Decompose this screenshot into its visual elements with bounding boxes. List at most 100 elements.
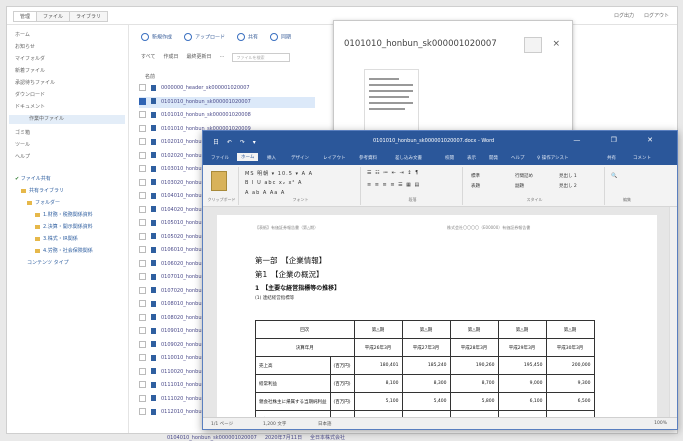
tab-view[interactable]: 表示 [467,155,476,161]
close-icon[interactable]: × [552,39,560,49]
document-area[interactable]: 【表紙】有価証券報告書（第△期） 株式会社〇〇〇〇（E00000）有価証券報告書… [203,207,677,419]
checkbox-icon[interactable] [139,151,146,159]
sidebar-item-approval[interactable]: 承認待ちファイル [15,79,55,86]
filter-more[interactable]: … [219,53,224,62]
quick-access-toolbar[interactable]: 日 ↶ ↷ ▾ [213,137,259,146]
sidebar-item-download[interactable]: ダウンロード [15,91,45,98]
share-button[interactable]: 共有 [237,33,258,41]
tab-manage[interactable]: 管理 [13,11,38,22]
checkbox-icon[interactable] [139,84,146,91]
doc-note: (1) 連結経営指標等 [255,296,295,301]
checkbox-icon[interactable] [139,124,146,132]
tab-file[interactable]: ファイル [36,11,71,22]
checkbox-icon[interactable] [139,232,146,240]
checkbox-icon[interactable] [139,381,146,388]
sidebar: ホーム お知らせ マイフォルダ 新着ファイル 承認待ちファイル ダウンロード ド… [7,25,129,433]
filter-modified[interactable]: 最終更新日 [186,53,211,62]
tab-design[interactable]: デザイン [291,155,309,161]
align-buttons[interactable]: ≡ ≡ ≡ ≡ ☰ ▦ ▤ [367,182,420,188]
vertical-scrollbar[interactable] [669,207,677,419]
filter-created[interactable]: 作成日 [163,53,178,62]
checkbox-icon[interactable] [139,178,146,186]
share-button[interactable]: 共有 [607,155,616,161]
checkbox-icon[interactable] [139,273,146,280]
tab-file[interactable]: ファイル [211,155,229,161]
file-row[interactable]: 0000000_header_sk000001020007 [139,83,315,94]
checkbox-icon[interactable] [139,354,146,361]
comments-button[interactable]: コメント [633,155,651,161]
search-input[interactable]: ファイルを検索 [232,53,291,62]
file-owner: 全日本株式会社 [310,435,346,441]
tree-folder-1[interactable]: 1.財務・税務関係資料 [35,211,93,218]
checkbox-icon[interactable] [139,165,146,172]
paste-icon[interactable] [211,171,227,191]
tree-folder-2[interactable]: 2.決算・開示関係資料 [35,223,93,230]
checkbox-icon[interactable] [139,219,146,226]
table-cell: 回次 [255,320,355,339]
checkbox-icon[interactable] [139,246,146,253]
document-page[interactable]: 【表紙】有価証券報告書（第△期） 株式会社〇〇〇〇（E00000）有価証券報告書… [217,215,657,419]
tree-folder-4[interactable]: 4.労務・社会保険関係 [35,247,93,254]
checkbox-icon[interactable] [139,394,146,402]
log-output-link[interactable]: ログ出力 [614,12,634,19]
checkbox-icon[interactable] [139,300,146,307]
checkbox-icon[interactable] [139,97,146,105]
document-thumbnail[interactable] [364,69,419,139]
sidebar-item-working-files[interactable]: 作業中ファイル [9,115,125,124]
tree-content-type[interactable]: コンテンツ タイプ [27,259,69,266]
filter-all[interactable]: すべて [141,53,155,62]
sidebar-item-my-folder[interactable]: マイフォルダ [15,55,45,62]
tab-developer[interactable]: 開発 [489,155,498,161]
search-icon[interactable]: 🔍 [611,173,618,179]
checkbox-icon[interactable] [139,205,146,213]
sidebar-item-trash[interactable]: ゴミ箱 [15,129,30,136]
file-row[interactable]: 0101010_honbun_sk000001020007 [139,96,315,108]
tree-folder-3[interactable]: 3.株式・IR関係 [35,235,78,242]
sidebar-item-notices[interactable]: お知らせ [15,43,35,50]
checkbox-icon[interactable] [139,327,146,334]
column-header-name[interactable]: 名前 [145,73,155,80]
tree-file-sharing[interactable]: ✔ ファイル共有 [15,175,51,182]
tab-home[interactable]: ホーム [237,153,259,161]
list-buttons[interactable]: ☰ ☷ ≔ ⇤ ⇥ ↕ ¶ [367,170,419,176]
doc-chapter-heading: 第1 【企業の概況】 [255,270,324,279]
sidebar-item-documents[interactable]: ドキュメント [15,103,45,110]
checkbox-icon[interactable] [139,408,146,415]
tab-layout[interactable]: レイアウト [323,155,346,161]
window-controls[interactable]: — ❐ ✕ [573,136,667,144]
checkbox-icon[interactable] [139,286,146,294]
checkbox-icon[interactable] [139,259,146,267]
tree-folder[interactable]: フォルダー [27,199,60,206]
tab-review[interactable]: 校閲 [445,155,454,161]
checkbox-icon[interactable] [139,367,146,375]
tree-shared-library[interactable]: 共有ライブラリ [21,187,64,194]
sidebar-item-new-files[interactable]: 新着ファイル [15,67,45,74]
upload-button[interactable]: アップロード [184,33,225,41]
tab-mailings[interactable]: 差し込み文書 [395,155,422,161]
tab-help[interactable]: ヘルプ [511,155,525,161]
tell-me-search[interactable]: ♀ 操作アシスト [537,155,569,161]
font-name-select[interactable]: MS 明朝 ▾ 10.5 ▾ A A [245,170,313,177]
new-button[interactable]: 新規作成 [141,33,172,41]
file-row[interactable]: 0101010_honbun_sk000001020008 [139,110,315,121]
status-zoom[interactable]: 100% [654,421,667,426]
logout-link[interactable]: ログアウト [644,12,669,19]
color-buttons[interactable]: A ab A Aa A [245,190,285,196]
tab-references[interactable]: 参考資料 [359,155,377,161]
preview-open-button[interactable] [524,37,542,53]
sync-button[interactable]: 同期 [270,33,291,41]
share-label: 共有 [248,34,259,41]
sidebar-item-tools[interactable]: ツール [15,141,30,148]
checkbox-icon[interactable] [139,138,146,145]
table-cell: 第△期 [497,320,547,339]
tab-insert[interactable]: 挿入 [267,155,276,161]
sidebar-item-help[interactable]: ヘルプ [15,153,30,160]
checkbox-icon[interactable] [139,111,146,118]
checkbox-icon[interactable] [139,313,146,321]
format-buttons[interactable]: B I U abc x₂ x² A [245,180,302,186]
tab-library[interactable]: ライブラリ [69,11,109,22]
font-name: MS 明朝 [245,171,270,177]
checkbox-icon[interactable] [139,340,146,348]
sidebar-item-home[interactable]: ホーム [15,31,30,38]
checkbox-icon[interactable] [139,192,146,199]
